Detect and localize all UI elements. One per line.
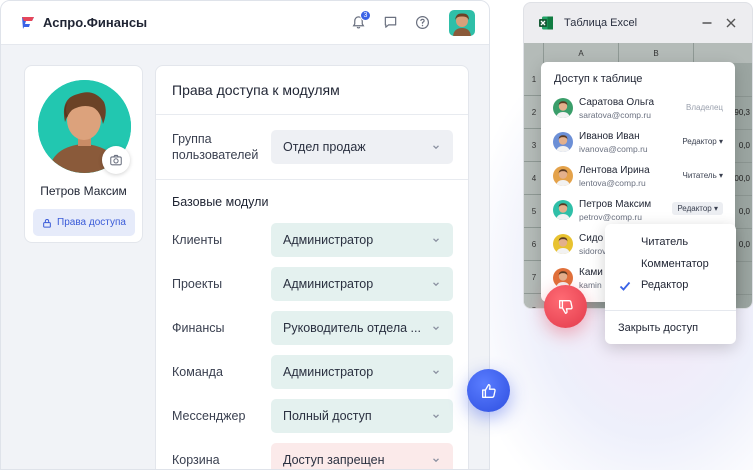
- user-name: Лентова Ирина: [579, 165, 650, 176]
- main-app-window: Аспро.Финансы 3 Петров Максим Права дост…: [0, 0, 490, 470]
- role-selector[interactable]: Редактор ▾: [682, 137, 723, 146]
- user-name: Иванов Иван: [579, 131, 640, 142]
- module-label: Корзина: [172, 453, 220, 467]
- bell-icon[interactable]: 3: [349, 9, 371, 32]
- cell-value[interactable]: 0,0: [739, 141, 750, 150]
- thumbs-down-icon: [558, 299, 573, 314]
- module-access-select[interactable]: Руководитель отдела ...: [271, 311, 453, 345]
- module-access-select[interactable]: Доступ запрещен: [271, 443, 453, 469]
- access-rights-label: Права доступа: [57, 217, 126, 228]
- profile-name: Петров Максим: [40, 184, 127, 198]
- chevron-down-icon: [433, 458, 439, 463]
- avatar: [553, 132, 573, 152]
- avatar: [553, 234, 573, 254]
- cell-value[interactable]: 0,0: [739, 240, 750, 249]
- module-access-value: Доступ запрещен: [283, 453, 385, 467]
- user-email: petrov@comp.ru: [579, 212, 642, 222]
- brand-logo-icon: [22, 16, 34, 29]
- cell-value[interactable]: 00,0: [734, 174, 750, 183]
- role-dropdown: Читатель Комментатор Редактор Закрыть до…: [605, 224, 736, 344]
- share-user-row: Лентова Ирина lentova@comp.ru Читатель ▾: [553, 164, 727, 194]
- corner-cell: [524, 43, 544, 63]
- share-title: Доступ к таблице: [554, 73, 643, 85]
- cell-value[interactable]: 90,3: [734, 108, 750, 117]
- column-header[interactable]: A: [544, 43, 619, 63]
- divider: [605, 310, 736, 311]
- module-access-panel: Права доступа к модулям Группа пользоват…: [155, 65, 469, 469]
- cell-value[interactable]: 0,0: [739, 207, 750, 216]
- user-group-label: Группа пользователей: [172, 132, 259, 162]
- avatar: [553, 166, 573, 186]
- profile-card: Петров Максим Права доступа: [24, 65, 143, 243]
- module-label: Мессенджер: [172, 409, 246, 423]
- excel-icon: [539, 16, 553, 30]
- role-option-editor[interactable]: Редактор: [641, 279, 688, 291]
- role-selector[interactable]: Редактор ▾: [672, 202, 723, 215]
- module-access-value: Полный доступ: [283, 409, 372, 423]
- user-name: Ками: [579, 267, 603, 278]
- panel-title: Права доступа к модулям: [172, 82, 340, 98]
- user-email: ivanova@comp.ru: [579, 144, 648, 154]
- close-icon[interactable]: [724, 16, 738, 30]
- chevron-down-icon: [433, 145, 439, 150]
- module-access-value: Администратор: [283, 365, 374, 379]
- help-icon[interactable]: [413, 14, 431, 32]
- user-group-select[interactable]: Отдел продаж: [271, 130, 453, 164]
- user-avatar[interactable]: [449, 9, 475, 36]
- excel-title: Таблица Excel: [564, 17, 638, 29]
- user-email: saratova@comp.ru: [579, 110, 651, 120]
- user-name: Сидо: [579, 233, 604, 244]
- module-access-value: Руководитель отдела ...: [283, 321, 421, 335]
- notification-badge: 3: [360, 9, 371, 21]
- chevron-down-icon: [433, 282, 439, 287]
- user-group-value: Отдел продаж: [283, 140, 366, 154]
- top-bar: Аспро.Финансы 3: [1, 1, 489, 45]
- avatar: [553, 98, 573, 118]
- column-header[interactable]: B: [619, 43, 694, 63]
- module-access-value: Администратор: [283, 233, 374, 247]
- module-access-select[interactable]: Полный доступ: [271, 399, 453, 433]
- user-email: lentova@comp.ru: [579, 178, 646, 188]
- chevron-down-icon: [433, 238, 439, 243]
- user-name: Саратова Ольга: [579, 97, 655, 108]
- column-header[interactable]: [694, 43, 752, 63]
- divider: [156, 179, 468, 180]
- avatar: [553, 200, 573, 220]
- dislike-button[interactable]: [544, 285, 587, 328]
- checkmark-icon: [619, 281, 631, 291]
- user-name: Петров Максим: [579, 199, 652, 210]
- module-access-select[interactable]: Администратор: [271, 223, 453, 257]
- module-access-select[interactable]: Администратор: [271, 267, 453, 301]
- module-access-select[interactable]: Администратор: [271, 355, 453, 389]
- role-option-commenter[interactable]: Комментатор: [641, 258, 709, 270]
- chevron-down-icon: [433, 370, 439, 375]
- module-label: Клиенты: [172, 233, 223, 247]
- share-user-row: Иванов Иван ivanova@comp.ru Редактор ▾: [553, 130, 727, 160]
- minimize-icon[interactable]: [700, 16, 714, 30]
- access-rights-button[interactable]: Права доступа: [33, 209, 135, 236]
- module-access-value: Администратор: [283, 277, 374, 291]
- module-label: Финансы: [172, 321, 225, 335]
- chat-icon[interactable]: [381, 14, 399, 32]
- app-name: Аспро.Финансы: [43, 15, 148, 30]
- divider: [156, 114, 468, 115]
- user-email: kamin: [579, 280, 602, 290]
- excel-title-bar: Таблица Excel: [524, 3, 752, 43]
- role-selector[interactable]: Читатель ▾: [683, 171, 723, 180]
- module-label: Команда: [172, 365, 223, 379]
- camera-icon[interactable]: [102, 146, 130, 174]
- module-label: Проекты: [172, 277, 223, 291]
- lock-icon: [43, 218, 51, 228]
- thumbs-up-icon: [481, 383, 496, 398]
- share-user-row: Саратова Ольга saratova@comp.ru Владелец: [553, 96, 727, 126]
- chevron-down-icon: [433, 326, 439, 331]
- role-selector: Владелец: [685, 103, 723, 112]
- base-modules-title: Базовые модули: [172, 195, 269, 209]
- brand[interactable]: Аспро.Финансы: [21, 15, 147, 30]
- role-option-reader[interactable]: Читатель: [641, 236, 688, 248]
- chevron-down-icon: [433, 414, 439, 419]
- close-access-button[interactable]: Закрыть доступ: [618, 322, 698, 334]
- user-email: sidorov: [579, 246, 607, 256]
- like-button[interactable]: [467, 369, 510, 412]
